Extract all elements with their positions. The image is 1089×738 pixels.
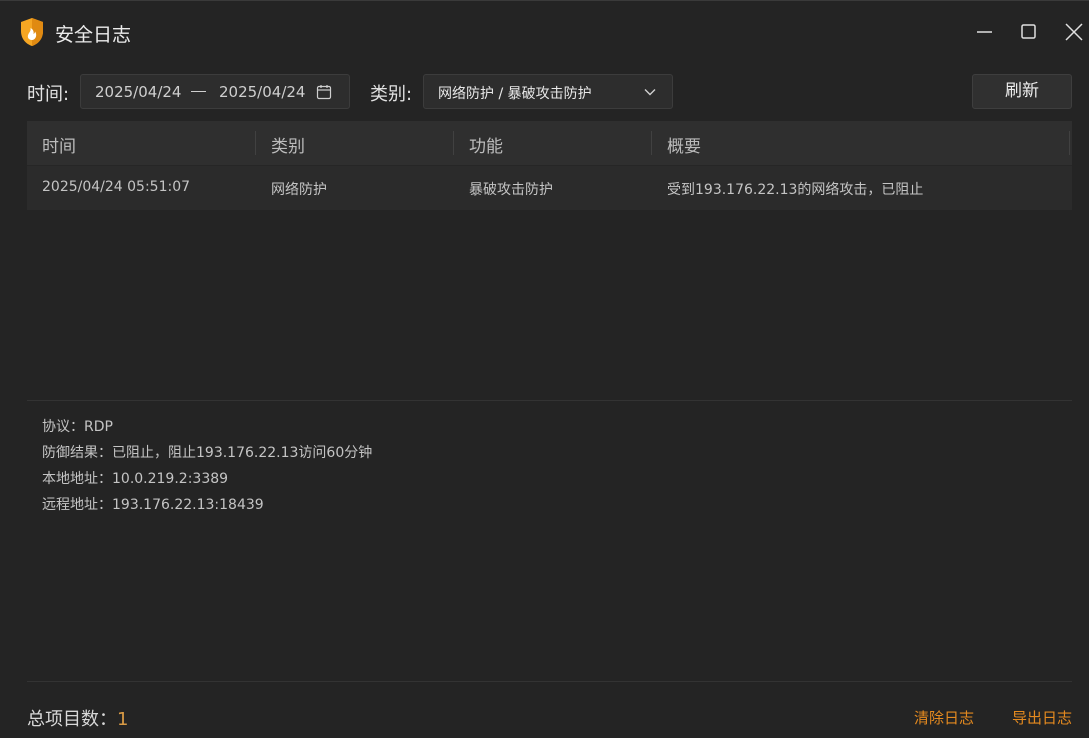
- close-icon[interactable]: [1061, 19, 1087, 45]
- date-end-value[interactable]: 2025/04/24: [219, 83, 305, 101]
- column-divider[interactable]: [651, 131, 652, 155]
- date-range-picker[interactable]: 2025/04/24 2025/04/24: [80, 74, 350, 109]
- detail-local-address: 本地地址：10.0.219.2:3389: [42, 471, 229, 487]
- shield-flame-icon: [21, 18, 43, 46]
- cell-feature: 暴破攻击防护: [469, 182, 553, 198]
- column-divider[interactable]: [453, 131, 454, 155]
- title-bar: 安全日志: [0, 0, 1089, 62]
- cell-summary: 受到193.176.22.13的网络攻击，已阻止: [667, 182, 924, 198]
- category-select[interactable]: 网络防护 / 暴破攻击防护: [423, 74, 673, 109]
- column-divider[interactable]: [1069, 131, 1070, 155]
- detail-divider: [27, 400, 1072, 401]
- column-header-time[interactable]: 时间: [42, 132, 76, 157]
- total-items-label: 总项目数：: [27, 709, 117, 730]
- refresh-button[interactable]: 刷新: [972, 74, 1072, 109]
- minimize-icon[interactable]: [972, 19, 998, 45]
- table-row[interactable]: 2025/04/24 05:51:07 网络防护 暴破攻击防护 受到193.17…: [27, 165, 1072, 210]
- detail-result: 防御结果：已阻止，阻止193.176.22.13访问60分钟: [42, 445, 373, 461]
- category-filter-label: 类别:: [370, 84, 413, 105]
- date-range-separator: [191, 91, 206, 92]
- column-header-category[interactable]: 类别: [271, 132, 305, 157]
- time-filter-label: 时间:: [27, 84, 70, 105]
- date-start-value[interactable]: 2025/04/24: [95, 83, 181, 101]
- column-header-feature[interactable]: 功能: [469, 132, 503, 157]
- cell-time: 2025/04/24 05:51:07: [42, 179, 191, 195]
- log-table: 时间 类别 功能 概要 2025/04/24 05:51:07 网络防护 暴破攻…: [27, 121, 1072, 210]
- chevron-down-icon: [644, 89, 656, 96]
- detail-remote-address: 远程地址：193.176.22.13:18439: [42, 497, 264, 513]
- column-header-summary[interactable]: 概要: [667, 132, 701, 157]
- window-title: 安全日志: [55, 24, 132, 46]
- total-items-count: 1: [117, 709, 129, 730]
- cell-category: 网络防护: [271, 182, 327, 198]
- maximize-icon[interactable]: [1016, 19, 1042, 45]
- detail-protocol: 协议：RDP: [42, 419, 113, 435]
- category-select-value: 网络防护 / 暴破攻击防护: [438, 86, 592, 102]
- export-log-link[interactable]: 导出日志: [1012, 707, 1072, 728]
- calendar-icon[interactable]: [316, 84, 332, 100]
- column-divider[interactable]: [255, 131, 256, 155]
- total-items: 总项目数：1: [27, 705, 128, 731]
- clear-log-link[interactable]: 清除日志: [914, 707, 974, 728]
- footer-divider: [27, 681, 1072, 682]
- table-header: 时间 类别 功能 概要: [27, 121, 1072, 165]
